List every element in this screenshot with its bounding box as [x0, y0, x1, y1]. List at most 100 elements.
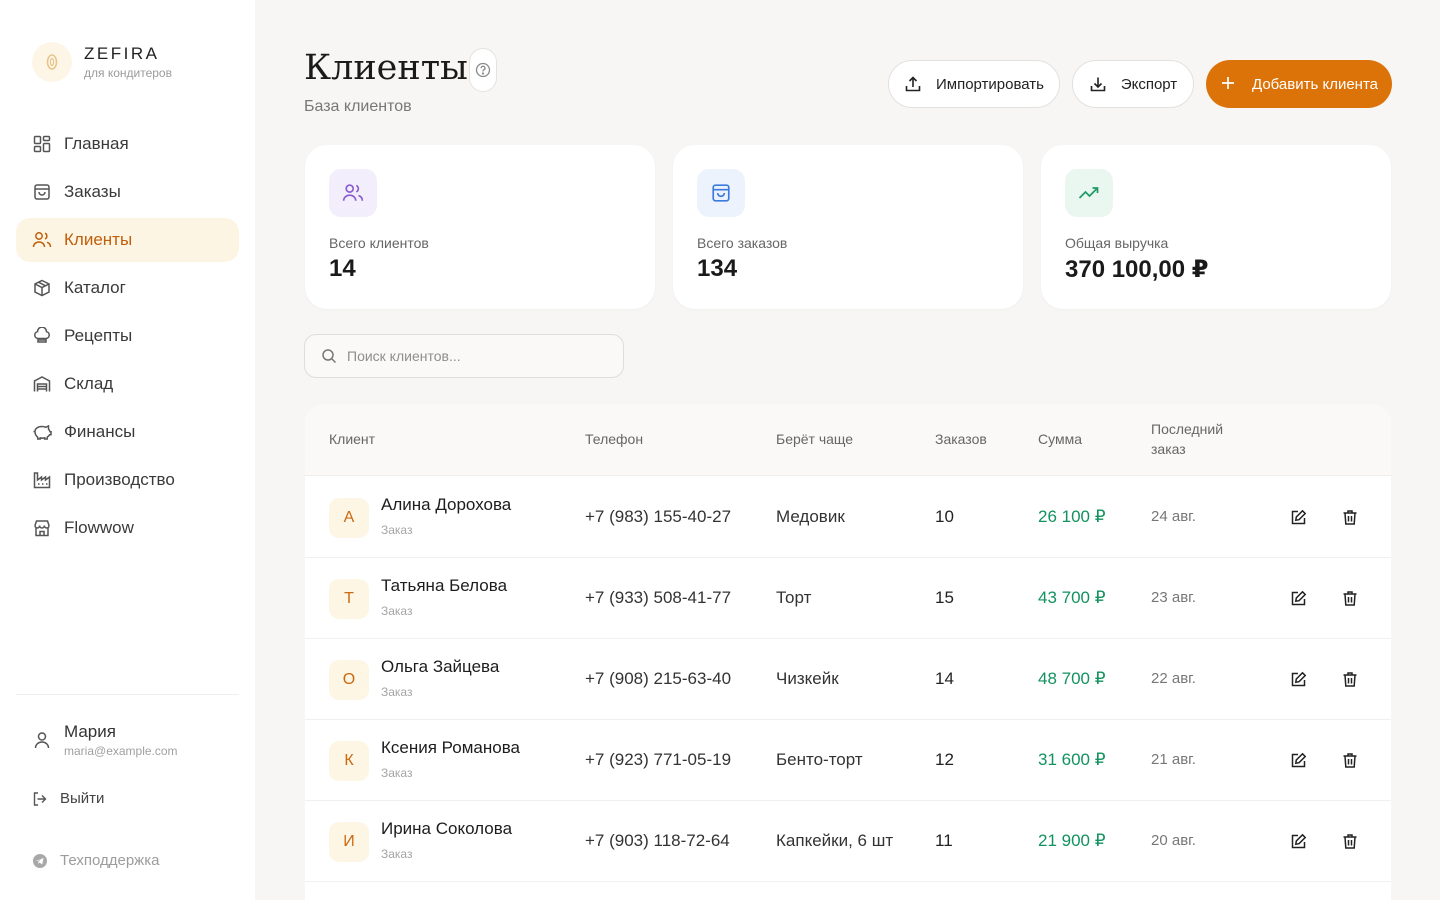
store-icon [32, 518, 52, 538]
client-name: Ксения Романова [381, 738, 520, 757]
sidebar-item-finance[interactable]: Финансы [16, 410, 239, 454]
support-link[interactable]: Техподдержка [32, 852, 159, 869]
column-header-favorite[interactable]: Берёт чаще [776, 429, 853, 449]
client-tag: Заказ [381, 685, 413, 699]
clients-table: Клиент Телефон Берёт чаще Заказов Сумма … [305, 404, 1391, 900]
column-header-phone[interactable]: Телефон [585, 429, 643, 449]
edit-icon[interactable] [1288, 669, 1308, 689]
client-phone: +7 (923) 771-05-19 [585, 750, 732, 769]
trash-icon[interactable] [1340, 669, 1360, 689]
add-client-button[interactable]: Добавить клиента [1206, 60, 1392, 108]
table-row[interactable]: О Ольга Зайцева Заказ +7 (908) 215-63-40… [305, 639, 1391, 720]
client-phone: +7 (983) 155-40-27 [585, 507, 732, 526]
table-header: Клиент Телефон Берёт чаще Заказов Сумма … [305, 404, 1391, 476]
sidebar-item-label: Финансы [64, 422, 136, 441]
user-profile[interactable]: Мария maria@example.com [32, 722, 178, 758]
sidebar-item-orders[interactable]: Заказы [16, 170, 239, 214]
client-tag: Заказ [381, 604, 413, 618]
client-sum: 26 100 ₽ [1038, 507, 1106, 526]
client-favorite: Капкейки, 6 шт [776, 831, 894, 850]
search-input[interactable] [347, 348, 607, 364]
sidebar-item-label: Склад [64, 374, 114, 393]
brand[interactable]: ZEFIRA для кондитеров [32, 42, 172, 82]
client-orders: 14 [935, 669, 954, 688]
column-header-orders[interactable]: Заказов [935, 429, 987, 449]
sidebar-item-production[interactable]: Производство [16, 458, 239, 502]
trash-icon[interactable] [1340, 588, 1360, 608]
stat-value: 134 [697, 255, 738, 282]
client-orders: 15 [935, 588, 954, 607]
user-email: maria@example.com [64, 744, 178, 758]
brand-name: ZEFIRA [84, 44, 160, 63]
brand-subtitle: для кондитеров [84, 66, 172, 80]
client-tag: Заказ [381, 766, 413, 780]
table-row[interactable]: Т Татьяна Белова Заказ +7 (933) 508-41-7… [305, 558, 1391, 639]
add-client-label: Добавить клиента [1252, 75, 1378, 93]
edit-icon[interactable] [1288, 507, 1308, 527]
client-name: Ирина Соколова [381, 819, 513, 838]
avatar: А [329, 498, 369, 538]
sidebar-item-recipes[interactable]: Рецепты [16, 314, 239, 358]
stat-card-clients: Всего клиентов 14 [305, 145, 655, 309]
sidebar-item-clients[interactable]: Клиенты [16, 218, 239, 262]
sidebar-divider [16, 694, 239, 695]
logout-icon [32, 791, 48, 807]
shopping-bag-icon [697, 169, 745, 217]
sidebar-item-label: Рецепты [64, 326, 133, 345]
download-icon [1089, 75, 1107, 93]
stat-label: Всего клиентов [329, 235, 429, 251]
client-last-order: 24 авг. [1151, 508, 1196, 525]
column-header-last-order[interactable]: Последний заказ [1151, 419, 1241, 459]
column-header-sum[interactable]: Сумма [1038, 429, 1082, 449]
sidebar-item-label: Заказы [64, 182, 121, 201]
sidebar-item-label: Производство [64, 470, 175, 489]
stat-label: Общая выручка [1065, 235, 1169, 251]
client-phone: +7 (933) 508-41-77 [585, 588, 732, 607]
trash-icon[interactable] [1340, 750, 1360, 770]
help-button[interactable] [469, 48, 497, 92]
client-last-order: 21 авг. [1151, 751, 1196, 768]
sidebar-nav: Главная Заказы Клиенты Каталог Рецепты С… [16, 122, 239, 554]
table-row[interactable]: А Алина Дорохова Заказ +7 (983) 155-40-2… [305, 477, 1391, 558]
client-name: Алина Дорохова [381, 495, 512, 514]
trash-icon[interactable] [1340, 507, 1360, 527]
search-box [304, 334, 624, 378]
user-icon [32, 730, 52, 750]
sidebar: ZEFIRA для кондитеров Главная Заказы Кли… [0, 0, 255, 900]
sidebar-item-catalog[interactable]: Каталог [16, 266, 239, 310]
sidebar-item-home[interactable]: Главная [16, 122, 239, 166]
import-button[interactable]: Импортировать [888, 60, 1060, 108]
column-header-client[interactable]: Клиент [329, 429, 375, 449]
edit-icon[interactable] [1288, 831, 1308, 851]
sidebar-item-flowwow[interactable]: Flowwow [16, 506, 239, 550]
client-orders: 11 [935, 831, 953, 850]
client-last-order: 23 авг. [1151, 589, 1196, 606]
brand-logo-icon [32, 42, 72, 82]
logout-button[interactable]: Выйти [32, 790, 104, 807]
export-button[interactable]: Экспорт [1072, 60, 1194, 108]
edit-icon[interactable] [1288, 588, 1308, 608]
page-subtitle: База клиентов [304, 98, 412, 115]
stat-value: 14 [329, 255, 356, 282]
sidebar-item-label: Клиенты [64, 230, 133, 249]
user-name: Мария [64, 722, 116, 741]
client-name: Татьяна Белова [381, 576, 508, 595]
client-favorite: Медовик [776, 507, 845, 526]
table-row[interactable]: К Ксения Романова Заказ +7 (923) 771-05-… [305, 720, 1391, 801]
edit-icon[interactable] [1288, 750, 1308, 770]
client-phone: +7 (903) 118-72-64 [585, 831, 730, 850]
search-icon [321, 348, 337, 364]
import-label: Импортировать [935, 75, 1044, 93]
avatar: Т [329, 579, 369, 619]
sidebar-item-warehouse[interactable]: Склад [16, 362, 239, 406]
avatar: И [329, 822, 369, 862]
chef-hat-icon [32, 326, 52, 346]
client-sum: 21 900 ₽ [1038, 831, 1106, 850]
stat-value: 370 100,00 ₽ [1065, 256, 1209, 283]
sidebar-item-label: Flowwow [64, 518, 134, 537]
factory-icon [32, 470, 52, 490]
stat-card-orders: Всего заказов 134 [673, 145, 1023, 309]
trash-icon[interactable] [1340, 831, 1360, 851]
table-row[interactable]: И Ирина Соколова Заказ +7 (903) 118-72-6… [305, 801, 1391, 882]
shopping-bag-icon [32, 182, 52, 202]
